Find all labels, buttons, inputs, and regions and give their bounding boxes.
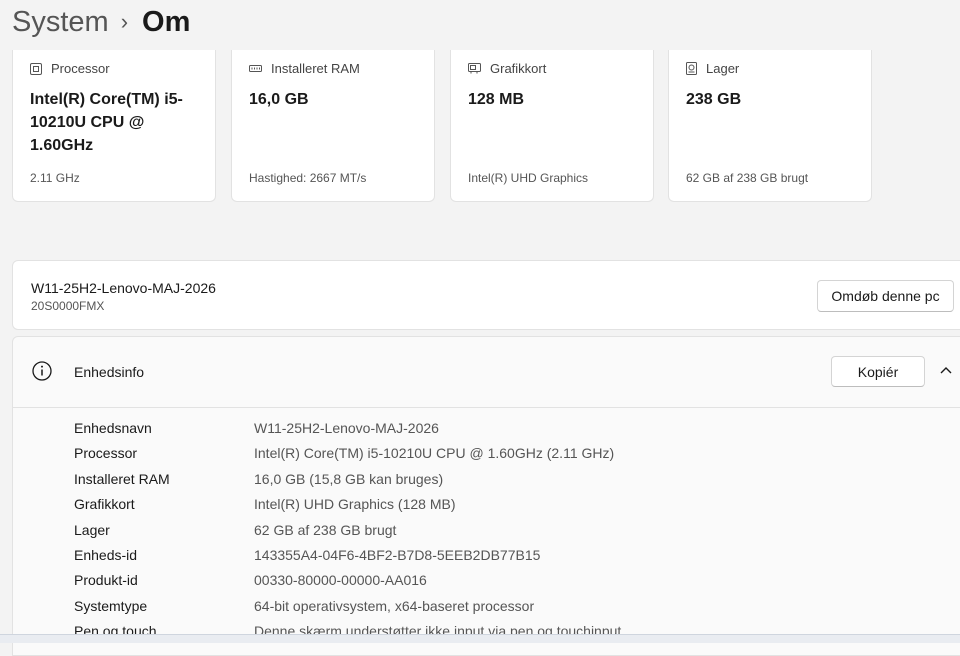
spec-label: Grafikkort [74, 496, 135, 512]
spec-row-graphics: Grafikkort Intel(R) UHD Graphics (128 MB… [74, 496, 456, 516]
graphics-card-value: 128 MB [468, 91, 525, 108]
ram-card-sub: Hastighed: 2667 MT/s [249, 171, 367, 185]
graphics-card: Grafikkort 128 MB Intel(R) UHD Graphics [450, 50, 654, 202]
spec-value: 00330-80000-00000-AA016 [254, 572, 427, 588]
chevron-right-icon: › [120, 9, 129, 34]
storage-card-sub: 62 GB af 238 GB brugt [686, 171, 809, 185]
spec-row-product-id: Produkt-id 00330-80000-00000-AA016 [74, 572, 427, 592]
spec-label: Produkt-id [74, 572, 138, 588]
spec-label: Lager [74, 522, 110, 538]
breadcrumb-system[interactable]: System [12, 6, 109, 39]
device-info-panel: Enhedsinfo Kopiér Enhedsnavn W11-25H2-Le… [12, 336, 960, 656]
ram-card: Installeret RAM 16,0 GB Hastighed: 2667 … [231, 50, 435, 202]
spec-label: Installeret RAM [74, 471, 170, 487]
chevron-up-icon[interactable] [939, 365, 953, 375]
pc-name: W11-25H2-Lenovo-MAJ-2026 [31, 280, 216, 296]
spec-label: Systemtype [74, 598, 148, 614]
graphics-card-label: Grafikkort [490, 61, 547, 76]
ram-icon [249, 64, 262, 72]
breadcrumb: System › Om [12, 0, 190, 44]
pc-name-panel: W11-25H2-Lenovo-MAJ-2026 20S0000FMX Omdø… [12, 260, 960, 330]
spec-value: Intel(R) UHD Graphics (128 MB) [254, 496, 456, 512]
spec-value: 64-bit operativsystem, x64-baseret proce… [254, 598, 535, 614]
spec-row-storage: Lager 62 GB af 238 GB brugt [74, 522, 396, 542]
graphics-card-icon [468, 63, 481, 74]
spec-value: W11-25H2-Lenovo-MAJ-2026 [254, 420, 439, 436]
storage-icon [686, 62, 697, 75]
spec-row-ram: Installeret RAM 16,0 GB (15,8 GB kan bru… [74, 471, 443, 491]
spec-row-system-type: Systemtype 64-bit operativsystem, x64-ba… [74, 598, 534, 618]
spec-row-device-id: Enheds-id 143355A4-04F6-4BF2-B7D8-5EEB2D… [74, 547, 540, 567]
rename-pc-button[interactable]: Omdøb denne pc [817, 280, 954, 312]
spec-label: Enheds-id [74, 547, 138, 563]
spec-label: Enhedsnavn [74, 420, 152, 436]
copy-button[interactable]: Kopiér [831, 356, 925, 387]
processor-card-sub: 2.11 GHz [30, 171, 80, 185]
ram-card-label: Installeret RAM [271, 61, 360, 76]
spec-label: Processor [74, 445, 138, 461]
device-info-header[interactable]: Enhedsinfo Kopiér [13, 337, 960, 408]
processor-icon [30, 62, 42, 75]
spec-value: 16,0 GB (15,8 GB kan bruges) [254, 471, 444, 487]
processor-card: Processor Intel(R) Core(TM) i5-10210U CP… [12, 50, 216, 202]
info-icon [32, 361, 52, 381]
storage-card-value: 238 GB [686, 91, 742, 108]
processor-card-label: Processor [51, 61, 110, 76]
page-title: Om [142, 5, 191, 38]
device-info-title: Enhedsinfo [74, 364, 145, 380]
ram-card-value: 16,0 GB [249, 91, 309, 108]
spec-row-device-name: Enhedsnavn W11-25H2-Lenovo-MAJ-2026 [74, 420, 439, 440]
storage-card-label: Lager [706, 61, 740, 76]
spec-value: Intel(R) Core(TM) i5-10210U CPU @ 1.60GH… [254, 445, 615, 461]
spec-value: 143355A4-04F6-4BF2-B7D8-5EEB2DB77B15 [254, 547, 541, 563]
spec-row-processor: Processor Intel(R) Core(TM) i5-10210U CP… [74, 445, 614, 465]
processor-card-value: Intel(R) Core(TM) i5-10210U CPU @ 1.60GH… [30, 91, 183, 154]
spec-value: 62 GB af 238 GB brugt [254, 522, 397, 538]
storage-card: Lager 238 GB 62 GB af 238 GB brugt [668, 50, 872, 202]
graphics-card-sub: Intel(R) UHD Graphics [468, 171, 589, 185]
pc-model: 20S0000FMX [31, 299, 105, 313]
